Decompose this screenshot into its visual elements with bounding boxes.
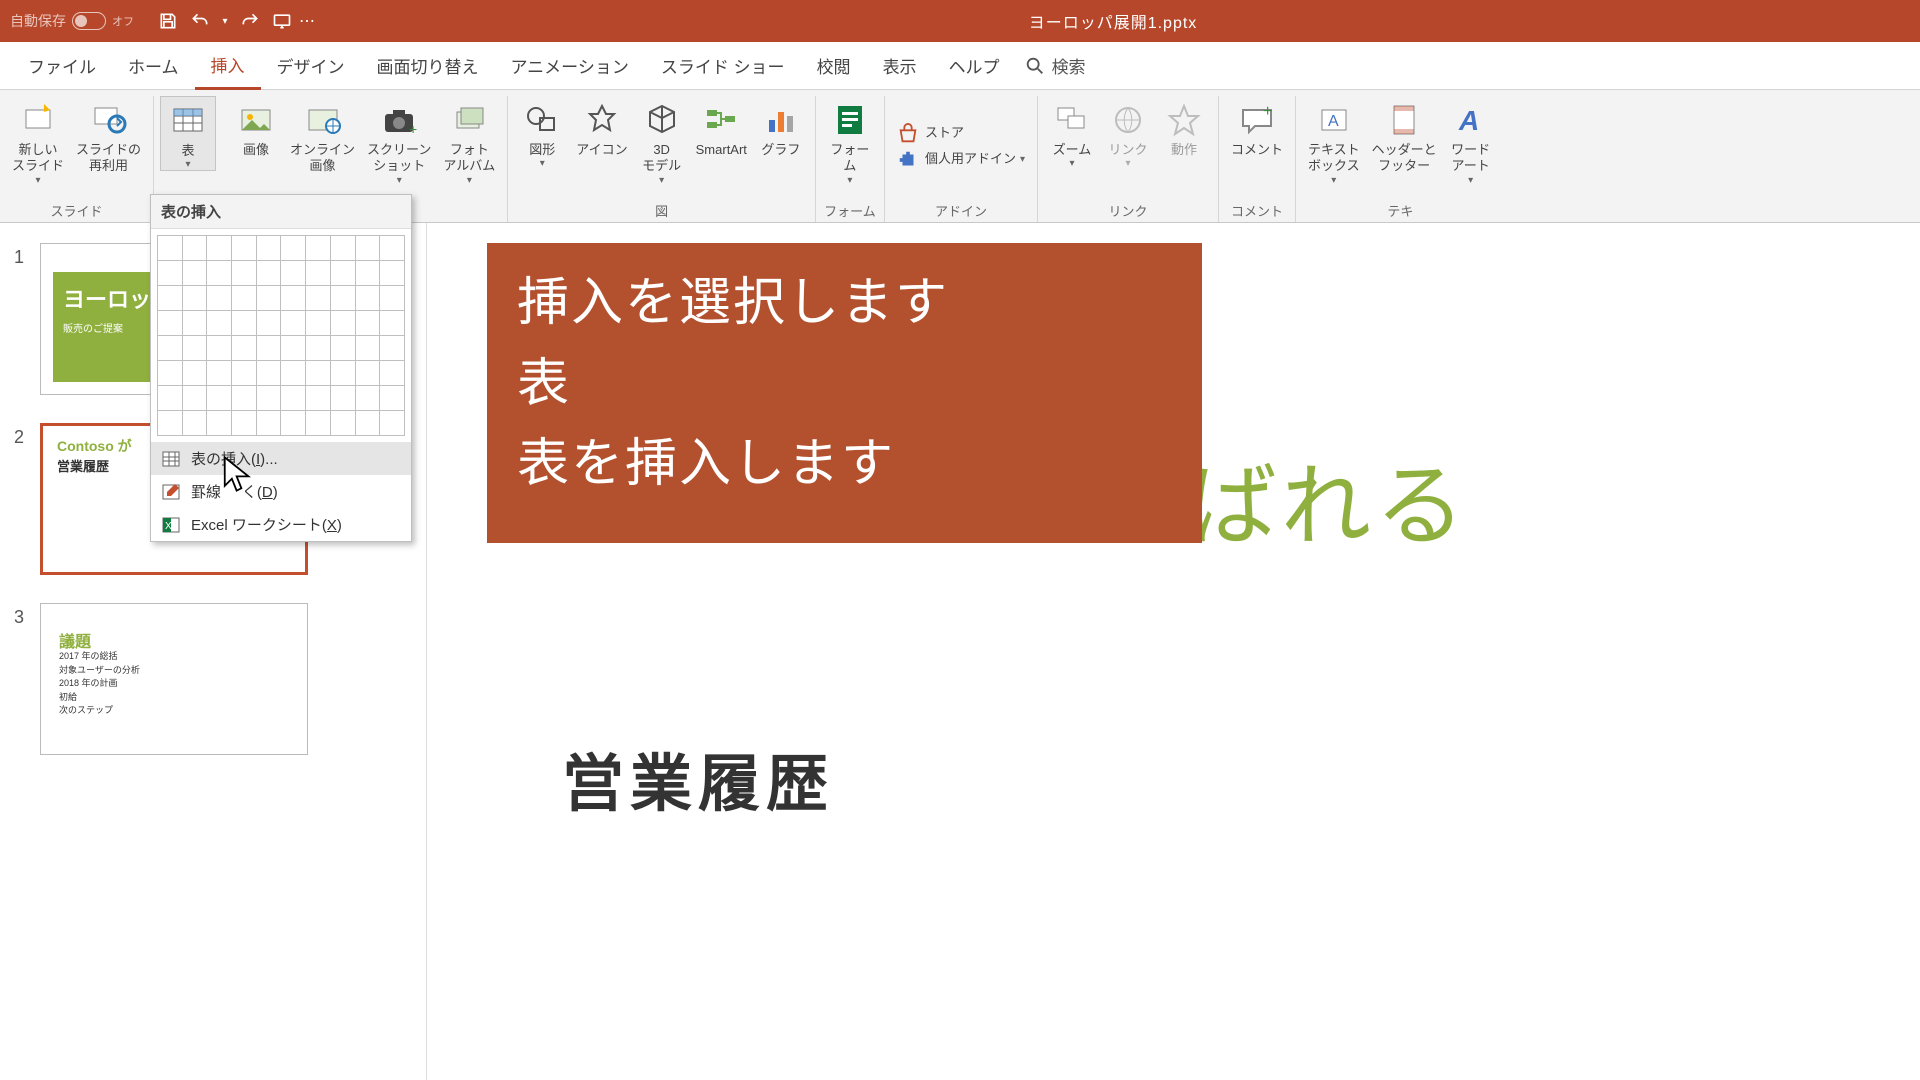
zoom-button[interactable]: ズーム▾	[1044, 96, 1100, 169]
instruction-callout: 挿入を選択します 表 表を挿入します	[487, 243, 1202, 543]
document-title: ヨーロッパ展開1.pptx	[316, 9, 1910, 33]
tab-review[interactable]: 校閲	[801, 42, 867, 90]
tab-help[interactable]: ヘルプ	[933, 42, 1016, 90]
ribbon-group-slides: 新しい スライド ▾ スライドの 再利用 スライド	[0, 96, 154, 222]
search-label: 検索	[1052, 53, 1086, 78]
header-footer-icon	[1384, 100, 1424, 140]
online-picture-icon	[303, 100, 343, 140]
store-button[interactable]: ストア	[891, 121, 970, 147]
wordart-button[interactable]: Aワード アート▾	[1443, 96, 1499, 186]
undo-button[interactable]	[184, 5, 216, 37]
qat-customize[interactable]: ⋯	[298, 5, 316, 37]
comment-icon: +	[1237, 100, 1277, 140]
thumbnail-3[interactable]: 3 議題 2017 年の総括 対象ユーザーの分析 2018 年の計画 初給 次の…	[0, 595, 426, 775]
textbox-icon: A	[1314, 100, 1354, 140]
tab-insert[interactable]: 挿入	[195, 42, 261, 90]
online-pictures-button[interactable]: オンライン 画像	[284, 96, 361, 175]
ribbon-group-illustrations: 図形▾ アイコン 3D モデル▾ SmartArt グラフ 図	[508, 96, 816, 222]
table-dropdown: 表の挿入 表の挿入(I)... 罫線 く(D) X Excel ワークシート(X…	[150, 194, 412, 542]
link-icon	[1108, 100, 1148, 140]
slide-subtitle: 営業履歴	[562, 733, 834, 823]
zoom-icon	[1052, 100, 1092, 140]
new-slide-icon	[18, 100, 58, 140]
save-button[interactable]	[152, 5, 184, 37]
tab-transitions[interactable]: 画面切り替え	[361, 42, 495, 90]
cube-icon	[642, 100, 682, 140]
table-size-grid[interactable]	[151, 229, 411, 442]
smartart-button[interactable]: SmartArt	[690, 96, 753, 158]
3d-models-button[interactable]: 3D モデル▾	[634, 96, 690, 186]
icons-icon	[582, 100, 622, 140]
ribbon-group-comments: +コメント コメント	[1219, 96, 1296, 222]
action-button[interactable]: 動作	[1156, 96, 1212, 158]
svg-text:+: +	[409, 121, 417, 137]
photo-album-button[interactable]: フォト アルバム ▾	[437, 96, 501, 186]
insert-table-menuitem[interactable]: 表の挿入(I)...	[151, 442, 411, 475]
svg-text:X: X	[165, 521, 172, 532]
svg-text:A: A	[1328, 113, 1339, 130]
slide-canvas[interactable]: ばれる 営業履歴 挿入を選択します 表 表を挿入します	[427, 223, 1920, 1080]
ribbon-tabs: ファイル ホーム 挿入 デザイン 画面切り替え アニメーション スライド ショー…	[0, 42, 1920, 90]
slide-title-fragment: ばれる	[1187, 433, 1469, 563]
draw-table-menuitem[interactable]: 罫線 く(D)	[151, 475, 411, 508]
pencil-icon	[161, 482, 181, 502]
search-icon	[1024, 55, 1046, 77]
tab-slideshow[interactable]: スライド ショー	[645, 42, 801, 90]
reuse-slides-icon	[89, 100, 129, 140]
chart-icon	[761, 100, 801, 140]
shapes-button[interactable]: 図形▾	[514, 96, 570, 169]
autosave-toggle-icon	[72, 12, 106, 30]
picture-icon	[236, 100, 276, 140]
autosave-state: オフ	[112, 13, 134, 29]
pictures-button[interactable]: 画像	[228, 96, 284, 158]
tab-view[interactable]: 表示	[867, 42, 933, 90]
tell-me-search[interactable]: 検索	[1024, 53, 1086, 78]
screenshot-button[interactable]: + スクリーン ショット ▾	[361, 96, 437, 186]
autosave-label: 自動保存	[10, 11, 66, 31]
ribbon-group-addins: ストア 個人用アドイン▾ アドイン	[885, 96, 1038, 222]
action-icon	[1164, 100, 1204, 140]
link-button[interactable]: リンク▾	[1100, 96, 1156, 169]
ribbon-group-text: Aテキスト ボックス▾ ヘッダーと フッター Aワード アート▾ テキ	[1296, 96, 1505, 222]
slide-thumb: 議題 2017 年の総括 対象ユーザーの分析 2018 年の計画 初給 次のステ…	[40, 603, 308, 755]
autosave-control[interactable]: 自動保存 オフ	[10, 11, 134, 31]
present-from-start-button[interactable]	[266, 5, 298, 37]
reuse-slides-button[interactable]: スライドの 再利用	[70, 96, 147, 175]
table-small-icon	[161, 449, 181, 469]
undo-dropdown[interactable]: ▾	[216, 5, 234, 37]
title-bar: 自動保存 オフ ▾ ⋯ ヨーロッパ展開1.pptx	[0, 0, 1920, 42]
redo-button[interactable]	[234, 5, 266, 37]
textbox-button[interactable]: Aテキスト ボックス▾	[1302, 96, 1366, 186]
smartart-icon	[701, 100, 741, 140]
tab-animations[interactable]: アニメーション	[495, 42, 645, 90]
table-button[interactable]: 表 ▾	[160, 96, 216, 171]
new-slide-button[interactable]: 新しい スライド ▾	[6, 96, 70, 186]
shapes-icon	[522, 100, 562, 140]
addin-icon	[897, 149, 919, 171]
tab-file[interactable]: ファイル	[12, 42, 112, 90]
forms-icon	[830, 100, 870, 140]
icons-button[interactable]: アイコン	[570, 96, 633, 158]
camera-icon: +	[379, 100, 419, 140]
ribbon-group-links: ズーム▾ リンク▾ 動作 リンク	[1038, 96, 1219, 222]
forms-button[interactable]: フォー ム▾	[822, 96, 878, 186]
photo-album-icon	[449, 100, 489, 140]
my-addins-button[interactable]: 個人用アドイン▾	[891, 147, 1031, 173]
store-icon	[897, 123, 919, 145]
chart-button[interactable]: グラフ	[753, 96, 809, 158]
tab-home[interactable]: ホーム	[112, 42, 195, 90]
comment-button[interactable]: +コメント	[1225, 96, 1289, 158]
dropdown-title: 表の挿入	[151, 195, 411, 229]
table-icon	[168, 101, 208, 141]
excel-icon: X	[161, 515, 181, 535]
ribbon-group-forms: フォー ム▾ フォーム	[816, 96, 885, 222]
svg-text:A: A	[1458, 105, 1479, 136]
excel-spreadsheet-menuitem[interactable]: X Excel ワークシート(X)	[151, 508, 411, 541]
header-footer-button[interactable]: ヘッダーと フッター	[1366, 96, 1443, 175]
svg-text:+: +	[1263, 103, 1272, 120]
wordart-icon: A	[1451, 100, 1491, 140]
tab-design[interactable]: デザイン	[261, 42, 361, 90]
